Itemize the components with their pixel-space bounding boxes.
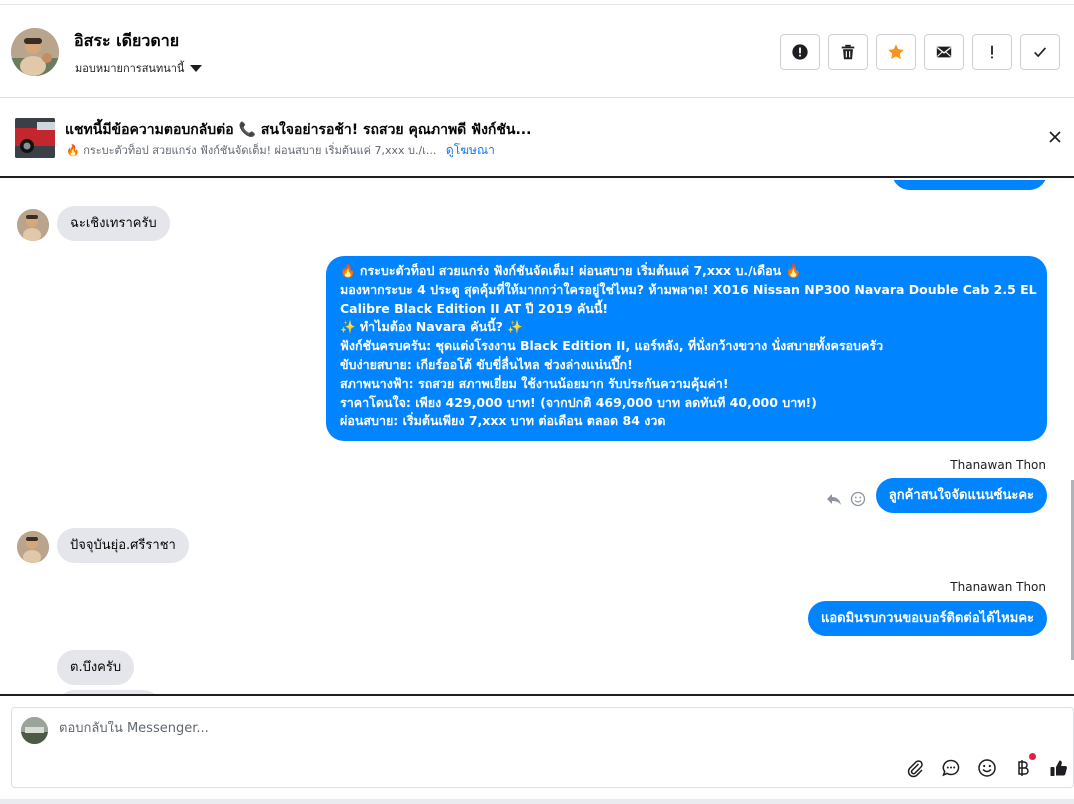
notification-dot — [1029, 753, 1036, 760]
caret-down-icon — [190, 64, 203, 72]
ad-message-line: ราคาโดนใจ: เพียง 429,000 บาท! (จากปกติ 4… — [340, 394, 817, 410]
incoming-message: ต.บึงครับ — [57, 650, 135, 685]
trash-icon — [841, 44, 855, 60]
saved-replies-button[interactable] — [940, 757, 962, 779]
incoming-message: ปัจจุบันยุ่อ.ศรีราชา — [57, 528, 189, 563]
alert-circle-icon — [792, 44, 808, 60]
envelope-icon — [936, 46, 952, 58]
ad-message-line: 🔥 กระบะตัวท็อป สวยแกร่ง ฟังก์ชันจัดเต็ม!… — [340, 263, 802, 278]
reply-icon[interactable] — [826, 491, 842, 510]
paperclip-icon — [907, 760, 923, 778]
ad-thumbnail[interactable] — [15, 118, 55, 158]
attach-button[interactable] — [904, 757, 926, 779]
outgoing-message: ลูกค้าสนใจจัดแนนซ์นะคะ — [875, 478, 1047, 513]
close-icon — [1049, 131, 1061, 143]
ad-message-line: ฟังก์ชันครบครัน: ชุดแต่งโรงงาน Black Edi… — [340, 338, 884, 354]
close-banner-button[interactable] — [1046, 128, 1064, 146]
emoji-icon — [978, 759, 996, 777]
reply-input[interactable] — [59, 721, 859, 736]
outgoing-message-partial — [892, 180, 1047, 190]
message-thread[interactable]: ฉะเชิงเทราครับ 🔥 กระบะตัวท็อป สวยแกร่ง ฟ… — [0, 180, 1074, 694]
delete-button[interactable] — [828, 34, 868, 70]
conversation-header: อิสระ เดียวดาย มอบหมายการสนทนานี้ — [0, 4, 1074, 98]
ad-context-banner: แชทนี้มีข้อความตอบกลับต่อ 📞 สนใจอย่ารอช้… — [0, 98, 1074, 178]
incoming-message: ฉะเชิงเทราครับ — [57, 206, 170, 241]
composer-tools — [904, 753, 1070, 779]
ad-message-line: Calibre Black Edition II AT ปี 2019 คันน… — [340, 300, 609, 316]
thread-divider — [0, 694, 1074, 696]
reply-composer — [11, 707, 1074, 788]
baht-icon — [1018, 760, 1029, 776]
exclamation-icon — [991, 45, 993, 59]
chat-bubble-icon — [942, 759, 960, 777]
ad-subtitle: 🔥 กระบะตัวท็อป สวยแกร่ง ฟังก์ชันจัดเต็ม!… — [66, 141, 495, 160]
contact-mini-avatar — [17, 531, 49, 563]
bottom-bar — [0, 799, 1074, 804]
ad-message-line: ขับง่ายสบาย: เกียร์ออโต้ ขับขี่ลื่นไหล ช… — [340, 356, 633, 372]
conversation-actions — [780, 34, 1060, 70]
sender-name: Thanawan Thon — [950, 458, 1046, 472]
view-ad-link[interactable]: ดูโฆษณา — [446, 143, 495, 157]
follow-up-button[interactable] — [972, 34, 1012, 70]
assign-conversation-dropdown[interactable]: มอบหมายการสนทนานี้ — [75, 59, 203, 77]
ad-message-line: ✨ ทำไมต้อง Navara คันนี้? ✨ — [340, 319, 523, 335]
payment-button[interactable] — [1012, 753, 1036, 779]
page-avatar — [21, 717, 48, 744]
spam-button[interactable] — [780, 34, 820, 70]
outgoing-ad-message: 🔥 กระบะตัวท็อป สวยแกร่ง ฟังก์ชันจัดเต็ม!… — [326, 256, 1047, 441]
ad-title: แชทนี้มีข้อความตอบกลับต่อ 📞 สนใจอย่ารอช้… — [65, 122, 532, 138]
thumbs-up-icon — [1050, 760, 1067, 776]
ad-message-line: สภาพนางฟ้า: รถสวย สภาพเยี่ยม ใช้งานน้อยม… — [340, 375, 729, 391]
ad-message-line: มองหากระบะ 4 ประตู สุดคุ้มที่ให้มากกว่าใ… — [340, 281, 1037, 297]
ad-message-line: ผ่อนสบาย: เริ่มต้นเพียง 7,xxx บาท ต่อเดื… — [340, 413, 666, 429]
like-button[interactable] — [1048, 757, 1070, 779]
assign-label: มอบหมายการสนทนานี้ — [75, 62, 185, 75]
contact-name: อิสระ เดียวดาย — [74, 31, 180, 50]
contact-mini-avatar — [17, 209, 49, 241]
ad-subtitle-text: 🔥 กระบะตัวท็อป สวยแกร่ง ฟังก์ชันจัดเต็ม!… — [66, 144, 437, 157]
contact-avatar[interactable] — [11, 28, 59, 76]
emoji-button[interactable] — [976, 757, 998, 779]
check-icon — [1034, 47, 1047, 58]
star-button[interactable] — [876, 34, 916, 70]
star-icon — [888, 44, 904, 60]
sender-name: Thanawan Thon — [950, 580, 1046, 594]
react-emoji-icon[interactable] — [850, 491, 866, 511]
done-button[interactable] — [1020, 34, 1060, 70]
outgoing-message: แอดมินรบกวนขอเบอร์ติดต่อได้ไหมคะ — [807, 601, 1047, 636]
mark-unread-button[interactable] — [924, 34, 964, 70]
